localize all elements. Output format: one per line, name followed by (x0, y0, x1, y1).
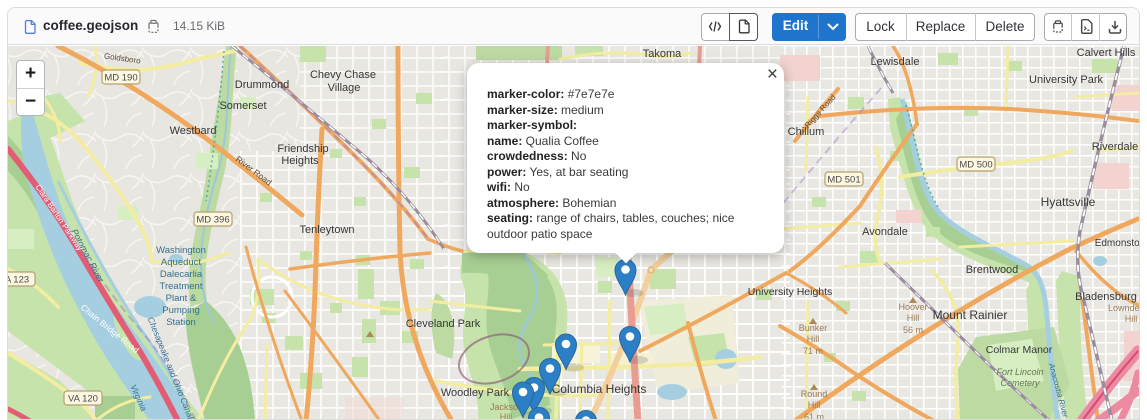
svg-text:71 m: 71 m (803, 346, 823, 356)
svg-text:Drummond: Drummond (235, 79, 289, 91)
svg-text:Hyattsville: Hyattsville (1041, 195, 1096, 209)
svg-text:VA 120: VA 120 (68, 394, 98, 405)
svg-text:University Park: University Park (1029, 74, 1103, 86)
svg-text:Takoma: Takoma (643, 48, 682, 60)
svg-text:Dalecarlia: Dalecarlia (160, 269, 203, 280)
svg-text:Bunker: Bunker (799, 323, 828, 333)
svg-text:Cleveland Park: Cleveland Park (406, 318, 481, 330)
svg-text:Friendship: Friendship (277, 143, 328, 155)
svg-text:MD 501: MD 501 (827, 175, 860, 186)
svg-text:Aqueduct: Aqueduct (161, 257, 202, 268)
svg-text:Brentwood: Brentwood (966, 264, 1019, 276)
svg-text:Pumping: Pumping (162, 305, 200, 316)
svg-text:University Heights: University Heights (748, 286, 833, 298)
svg-text:Hill: Hill (500, 412, 513, 420)
svg-text:Hill: Hill (1125, 314, 1138, 324)
svg-text:Bladensburg: Bladensburg (1075, 291, 1137, 303)
svg-text:Hoover: Hoover (898, 302, 927, 312)
svg-text:Edmonston: Edmonston (1095, 238, 1139, 249)
svg-text:Hill: Hill (807, 334, 820, 344)
svg-text:56 m: 56 m (903, 325, 923, 335)
svg-text:Lewisdale: Lewisdale (871, 56, 920, 68)
svg-text:Hill: Hill (808, 400, 821, 410)
svg-text:Colmar Manor: Colmar Manor (986, 344, 1053, 356)
svg-text:Treatment: Treatment (160, 281, 203, 292)
svg-text:Woodley Park: Woodley Park (441, 387, 510, 399)
svg-text:Somerset: Somerset (219, 100, 266, 112)
svg-text:A 123: A 123 (8, 275, 29, 286)
svg-text:Calvert Hills: Calvert Hills (1077, 47, 1136, 59)
svg-text:Riverdale: Riverdale (1092, 141, 1138, 153)
svg-text:Cemetery: Cemetery (1000, 378, 1040, 388)
svg-text:61 m: 61 m (804, 412, 824, 420)
svg-text:Fort Lincoln: Fort Lincoln (996, 367, 1043, 377)
svg-text:Westbard: Westbard (170, 125, 217, 137)
svg-text:Round: Round (801, 389, 828, 399)
svg-text:Hill: Hill (907, 313, 920, 323)
svg-text:MD 190: MD 190 (104, 73, 137, 84)
svg-text:MD 500: MD 500 (959, 160, 992, 171)
svg-text:Heights: Heights (281, 155, 319, 167)
svg-text:Lowndes: Lowndes (1108, 303, 1139, 313)
svg-text:Plant &: Plant & (166, 293, 197, 304)
svg-text:Chevy Chase: Chevy Chase (310, 69, 376, 81)
svg-text:Jackso: Jackso (490, 402, 518, 412)
svg-text:Village: Village (328, 82, 361, 94)
svg-text:Washington: Washington (156, 245, 206, 256)
svg-text:Tenleytown: Tenleytown (299, 224, 354, 236)
svg-text:Station: Station (166, 317, 196, 328)
svg-text:Avondale: Avondale (862, 226, 908, 238)
svg-text:Mount Rainier: Mount Rainier (933, 308, 1008, 322)
svg-text:MD 396: MD 396 (196, 215, 229, 226)
